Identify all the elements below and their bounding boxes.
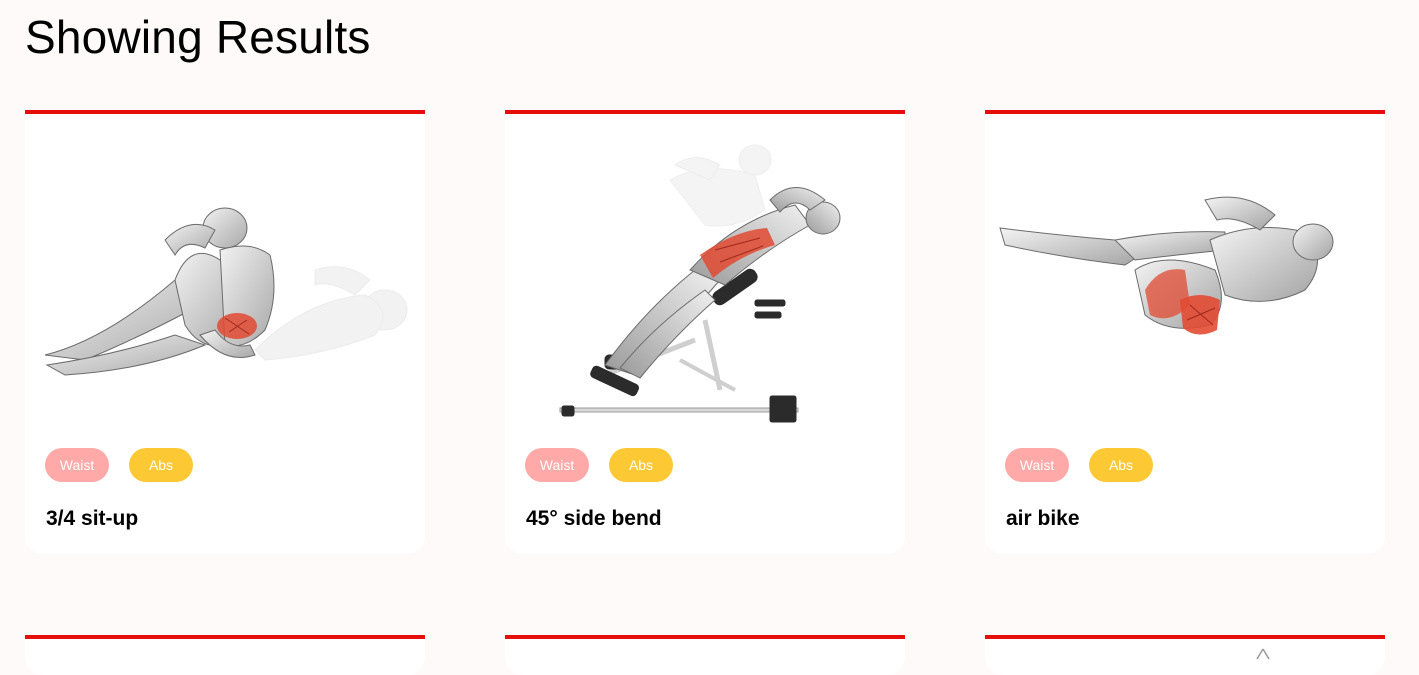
tag-abs[interactable]: Abs — [609, 448, 673, 482]
scroll-up-arrow-icon[interactable] — [1256, 648, 1270, 660]
tag-waist[interactable]: Waist — [45, 448, 109, 482]
exercise-card[interactable] — [985, 635, 1385, 675]
tag-abs[interactable]: Abs — [1089, 448, 1153, 482]
exercise-name[interactable]: 3/4 sit-up — [46, 507, 138, 531]
air-bike-illustration — [999, 196, 1334, 335]
tag-waist[interactable]: Waist — [1005, 448, 1069, 482]
side-bend-illustration — [559, 144, 841, 423]
sit-up-illustration — [44, 207, 408, 376]
exercise-card[interactable] — [505, 635, 905, 675]
tag-waist[interactable]: Waist — [525, 448, 589, 482]
exercise-name[interactable]: 45° side bend — [526, 507, 662, 531]
page-title: Showing Results — [25, 11, 371, 63]
exercise-card[interactable]: Waist Abs 45° side bend — [505, 110, 905, 554]
exercise-card[interactable] — [25, 635, 425, 675]
exercise-card[interactable]: Waist Abs air bike — [985, 110, 1385, 554]
exercise-card[interactable]: Waist Abs 3/4 sit-up — [25, 110, 425, 554]
exercise-name[interactable]: air bike — [1006, 507, 1080, 531]
tag-abs[interactable]: Abs — [129, 448, 193, 482]
